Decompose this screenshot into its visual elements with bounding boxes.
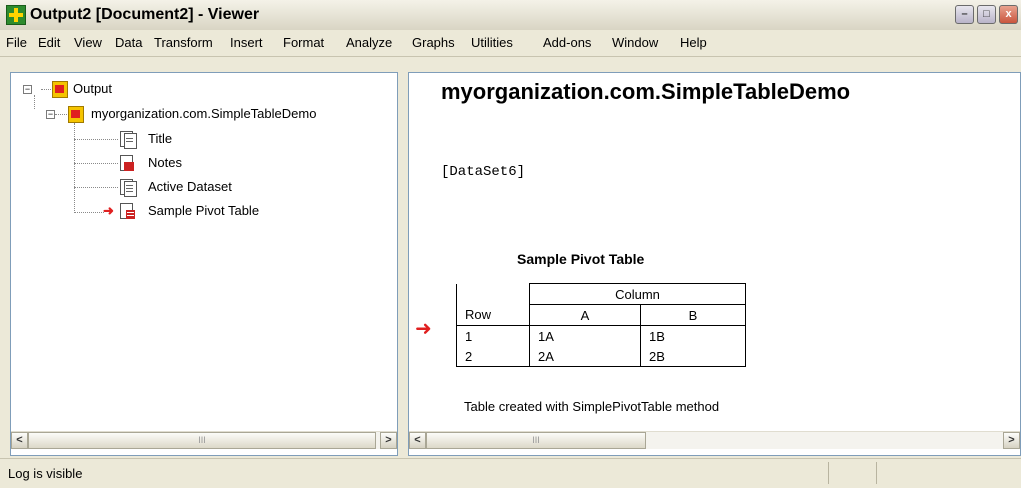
title-doc-icon (119, 130, 137, 149)
scroll-thumb[interactable]: III (28, 432, 376, 449)
pivot-col-b: B (640, 304, 746, 326)
pivot-cell: 2A (529, 346, 641, 367)
expander-demo[interactable]: − (46, 110, 55, 119)
pivot-cell: 1A (529, 325, 641, 346)
content-pane[interactable]: myorganization.com.SimpleTableDemo [Data… (408, 72, 1021, 456)
window-title: Output2 [Document2] - Viewer (30, 6, 260, 23)
pivot-cell: 2B (640, 346, 746, 367)
pivot-corner (456, 283, 530, 305)
minimize-button[interactable]: – (955, 5, 974, 24)
pivot-row-label: 2 (456, 346, 530, 367)
pivot-caption: Table created with SimplePivotTable meth… (464, 399, 720, 414)
viewer-window: Output2 [Document2] - Viewer – □ x File … (0, 0, 1021, 488)
menu-file[interactable]: File (6, 35, 27, 50)
selected-arrow-icon: ➜ (415, 318, 432, 340)
menu-edit[interactable]: Edit (38, 35, 60, 50)
tree-item-notes[interactable]: Notes (148, 155, 182, 170)
pivot-row-label: 1 (456, 325, 530, 346)
tree-item-title[interactable]: Title (148, 131, 172, 146)
pivot-title[interactable]: Sample Pivot Table (517, 251, 644, 267)
dataset-label[interactable]: [DataSet6] (441, 164, 525, 180)
tree-item-active-dataset[interactable]: Active Dataset (148, 179, 232, 194)
title-bar[interactable]: Output2 [Document2] - Viewer – □ x (0, 0, 1021, 31)
outline-hscrollbar[interactable]: < III > (11, 431, 397, 449)
minimize-icon: – (961, 8, 968, 20)
tree-item-output[interactable]: Output (73, 81, 112, 96)
pivot-row-header: Row (456, 304, 530, 326)
status-text: Log is visible (8, 466, 83, 481)
scroll-left-button[interactable]: < (11, 432, 28, 449)
scroll-left-button[interactable]: < (409, 432, 426, 449)
pivot-column-header: Column (529, 283, 746, 305)
notes-doc-icon (119, 154, 136, 172)
pivot-cell: 1B (640, 325, 746, 346)
menu-insert[interactable]: Insert (230, 35, 263, 50)
menu-analyze[interactable]: Analyze (346, 35, 392, 50)
output-book-icon (52, 81, 68, 98)
menu-view[interactable]: View (74, 35, 102, 50)
menu-data[interactable]: Data (115, 35, 142, 50)
menu-help[interactable]: Help (680, 35, 707, 50)
demo-book-icon (68, 106, 84, 123)
maximize-icon: □ (983, 8, 990, 20)
pivot-col-a: A (529, 304, 641, 326)
tree-connector (74, 212, 104, 213)
viewer-app-icon[interactable] (6, 5, 26, 25)
expander-root[interactable]: − (23, 85, 32, 94)
tree-connector (34, 95, 35, 109)
menu-utilities[interactable]: Utilities (471, 35, 513, 50)
content-hscrollbar[interactable]: < III > (409, 431, 1020, 449)
menu-window[interactable]: Window (612, 35, 658, 50)
menu-format[interactable]: Format (283, 35, 324, 50)
tree-connector (55, 114, 69, 115)
selected-arrow-icon: ➜ (103, 203, 114, 218)
tree-connector (74, 123, 75, 213)
pivot-table[interactable]: Column Row A B 1 1A 1B 2 2A 2B (456, 283, 746, 367)
log-doc-icon (119, 178, 137, 197)
close-button[interactable]: x (999, 5, 1018, 24)
tree-item-sample-pivot-table[interactable]: Sample Pivot Table (148, 203, 259, 218)
menu-bar: File Edit View Data Transform Insert For… (0, 30, 1021, 57)
tree-connector (41, 89, 51, 90)
tree-connector (74, 187, 118, 188)
outline-pane[interactable]: − Output − myorganization.com.SimpleTabl… (10, 72, 398, 456)
status-bar: Log is visible (0, 458, 1021, 488)
status-cell (876, 462, 877, 484)
pivot-table-icon (119, 202, 136, 220)
status-cell (828, 462, 829, 484)
maximize-button[interactable]: □ (977, 5, 996, 24)
menu-add-ons[interactable]: Add-ons (543, 35, 591, 50)
menu-graphs[interactable]: Graphs (412, 35, 455, 50)
tree-connector (74, 163, 118, 164)
scroll-right-button[interactable]: > (380, 432, 397, 449)
menu-transform[interactable]: Transform (154, 35, 213, 50)
output-heading[interactable]: myorganization.com.SimpleTableDemo (441, 79, 850, 105)
tree-item-demo[interactable]: myorganization.com.SimpleTableDemo (91, 106, 316, 121)
pane-splitter[interactable] (398, 72, 408, 456)
tree-connector (74, 139, 118, 140)
scroll-thumb[interactable]: III (426, 432, 646, 449)
scroll-right-button[interactable]: > (1003, 432, 1020, 449)
close-icon: x (1005, 8, 1012, 20)
